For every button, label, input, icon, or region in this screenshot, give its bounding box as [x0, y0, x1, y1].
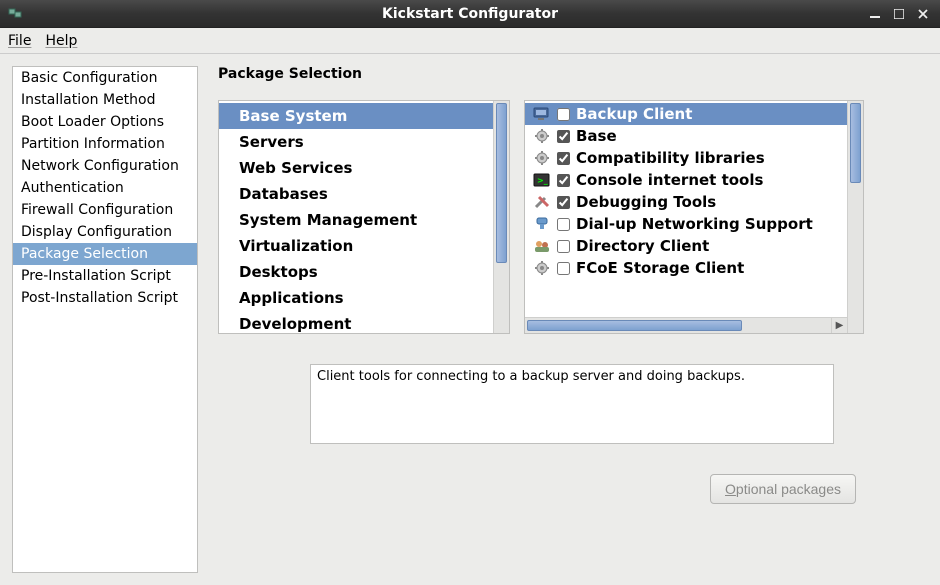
package-checkbox[interactable]: [557, 262, 570, 275]
menubar: File Help: [0, 28, 940, 54]
package-item[interactable]: Dial-up Networking Support: [525, 213, 847, 235]
package-list: Backup Client Base Compatibility libraries…: [525, 101, 847, 333]
package-checkbox[interactable]: [557, 174, 570, 187]
gear-icon: [533, 128, 551, 144]
page-title: Package Selection: [218, 66, 926, 82]
app-body: Basic ConfigurationInstallation MethodBo…: [0, 54, 940, 585]
category-item[interactable]: Web Services: [219, 155, 493, 181]
package-checkbox[interactable]: [557, 218, 570, 231]
lists-row: Base SystemServersWeb ServicesDatabasesS…: [218, 100, 926, 334]
sidebar-item[interactable]: Package Selection: [13, 243, 197, 265]
package-item[interactable]: >_ Console internet tools: [525, 169, 847, 191]
package-label: Compatibility libraries: [576, 149, 765, 167]
package-checkbox[interactable]: [557, 240, 570, 253]
category-list: Base SystemServersWeb ServicesDatabasesS…: [219, 101, 493, 333]
sidebar-item[interactable]: Display Configuration: [13, 221, 197, 243]
optional-packages-button[interactable]: Optional packages: [710, 474, 856, 504]
scrollbar-thumb[interactable]: [850, 103, 861, 183]
package-listbox: Backup Client Base Compatibility libraries…: [524, 100, 864, 334]
package-description: Client tools for connecting to a backup …: [310, 364, 834, 444]
gear-icon: [533, 150, 551, 166]
package-label: Backup Client: [576, 105, 692, 123]
package-item[interactable]: Debugging Tools: [525, 191, 847, 213]
menu-file[interactable]: File: [8, 33, 31, 49]
optional-button-mnemonic: O: [725, 481, 736, 497]
sidebar-item[interactable]: Partition Information: [13, 133, 197, 155]
package-item[interactable]: FCoE Storage Client: [525, 257, 847, 279]
menu-help[interactable]: Help: [45, 33, 77, 49]
category-item[interactable]: Development: [219, 311, 493, 333]
close-button[interactable]: [914, 6, 932, 22]
maximize-button[interactable]: [890, 6, 908, 22]
sidebar-item[interactable]: Post-Installation Script: [13, 287, 197, 309]
category-item[interactable]: Servers: [219, 129, 493, 155]
package-checkbox[interactable]: [557, 152, 570, 165]
main-panel: Package Selection Base SystemServersWeb …: [198, 54, 940, 585]
package-label: FCoE Storage Client: [576, 259, 744, 277]
package-label: Dial-up Networking Support: [576, 215, 813, 233]
scrollbar-track[interactable]: [525, 318, 831, 333]
category-item[interactable]: System Management: [219, 207, 493, 233]
category-listbox: Base SystemServersWeb ServicesDatabasesS…: [218, 100, 510, 334]
package-item[interactable]: Base: [525, 125, 847, 147]
package-checkbox[interactable]: [557, 108, 570, 121]
sidebar-item[interactable]: Firewall Configuration: [13, 199, 197, 221]
category-item[interactable]: Base System: [219, 103, 493, 129]
scrollbar-thumb[interactable]: [527, 320, 742, 331]
category-item[interactable]: Applications: [219, 285, 493, 311]
package-label: Console internet tools: [576, 171, 763, 189]
category-item[interactable]: Desktops: [219, 259, 493, 285]
phone-icon: [533, 216, 551, 232]
package-item[interactable]: Compatibility libraries: [525, 147, 847, 169]
category-scrollbar[interactable]: [493, 101, 509, 333]
minimize-button[interactable]: [866, 6, 884, 22]
scroll-right-arrow[interactable]: ▶: [831, 318, 847, 333]
package-label: Base: [576, 127, 617, 145]
sidebar: Basic ConfigurationInstallation MethodBo…: [12, 66, 198, 573]
category-item[interactable]: Databases: [219, 181, 493, 207]
package-hscrollbar[interactable]: ▶: [525, 317, 847, 333]
package-vscrollbar[interactable]: [847, 101, 863, 333]
package-checkbox[interactable]: [557, 196, 570, 209]
window-title: Kickstart Configurator: [0, 6, 940, 22]
sidebar-item[interactable]: Network Configuration: [13, 155, 197, 177]
window-controls: [866, 6, 940, 22]
package-item[interactable]: Backup Client: [525, 103, 847, 125]
sidebar-item[interactable]: Basic Configuration: [13, 67, 197, 89]
scrollbar-thumb[interactable]: [496, 103, 507, 263]
svg-text:>_: >_: [537, 176, 548, 185]
package-label: Debugging Tools: [576, 193, 716, 211]
sidebar-item[interactable]: Boot Loader Options: [13, 111, 197, 133]
package-label: Directory Client: [576, 237, 709, 255]
package-checkbox[interactable]: [557, 130, 570, 143]
footer-row: Optional packages: [218, 474, 926, 504]
optional-button-rest: ptional packages: [736, 481, 841, 497]
users-icon: [533, 238, 551, 254]
tools-icon: [533, 194, 551, 210]
sidebar-item[interactable]: Pre-Installation Script: [13, 265, 197, 287]
titlebar: Kickstart Configurator: [0, 0, 940, 28]
monitor-icon: [533, 106, 551, 122]
sidebar-item[interactable]: Installation Method: [13, 89, 197, 111]
gear-icon: [533, 260, 551, 276]
category-item[interactable]: Virtualization: [219, 233, 493, 259]
terminal-icon: >_: [533, 172, 551, 188]
package-item[interactable]: Directory Client: [525, 235, 847, 257]
sidebar-item[interactable]: Authentication: [13, 177, 197, 199]
